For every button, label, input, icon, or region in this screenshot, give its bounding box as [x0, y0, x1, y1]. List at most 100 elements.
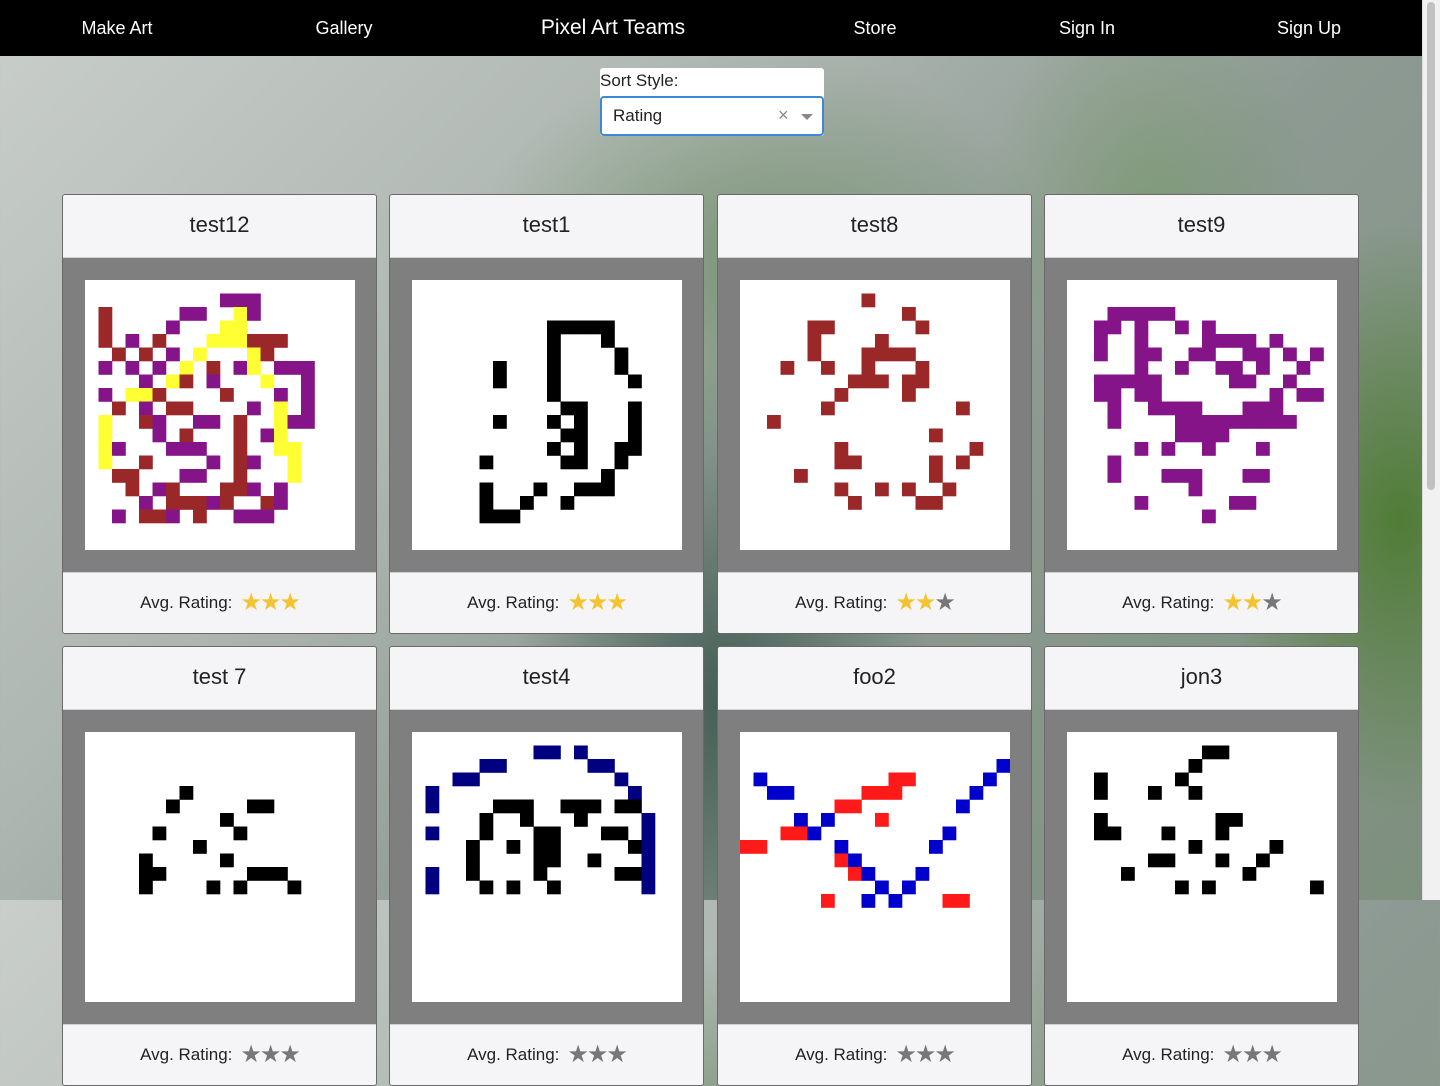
art-card[interactable]: foo2 Avg. Rating: ★★★	[717, 646, 1032, 1086]
pixel	[506, 880, 521, 895]
art-card[interactable]: test1 Avg. Rating: ★★★	[389, 194, 704, 634]
avg-rating-label: Avg. Rating:	[1122, 1045, 1215, 1064]
pixel	[848, 455, 862, 470]
pixel	[1107, 401, 1122, 416]
art-card-body	[1045, 710, 1358, 1024]
pixel	[98, 388, 113, 402]
pixel	[574, 442, 588, 456]
pixel	[1161, 307, 1176, 321]
avg-rating-label: Avg. Rating:	[795, 593, 888, 612]
pixel	[574, 428, 588, 443]
pixel	[915, 320, 930, 335]
scrollbar-thumb[interactable]	[1427, 2, 1435, 490]
pixel	[875, 347, 889, 362]
avg-rating-label: Avg. Rating:	[140, 593, 233, 612]
pixel	[915, 496, 930, 510]
pixel	[1094, 772, 1108, 787]
art-card[interactable]: test8 Avg. Rating: ★★★	[717, 194, 1032, 634]
pixel	[233, 334, 248, 348]
pixel	[547, 320, 561, 335]
pixel	[193, 840, 207, 854]
pixel	[260, 347, 275, 362]
pixel	[166, 509, 180, 524]
pixel	[274, 388, 288, 402]
pixel	[1188, 428, 1203, 443]
pixel	[179, 469, 194, 483]
pixel	[888, 772, 903, 787]
nav-make-art-link[interactable]: Make Art	[81, 0, 152, 56]
art-card-footer: Avg. Rating: ★★★	[718, 1024, 1031, 1085]
pixel	[206, 334, 221, 348]
pixel	[628, 401, 642, 416]
avg-rating-label: Avg. Rating:	[467, 1045, 560, 1064]
pixel	[614, 455, 629, 470]
pixel	[179, 496, 194, 510]
pixel	[233, 293, 248, 308]
chevron-down-icon[interactable]	[801, 114, 813, 120]
art-card[interactable]: jon3 Avg. Rating: ★★★	[1044, 646, 1359, 1086]
pixel	[233, 469, 248, 483]
clear-icon[interactable]: ×	[778, 105, 789, 126]
pixel-art-canvas[interactable]	[412, 732, 682, 1002]
pixel	[233, 361, 248, 375]
art-card-footer: Avg. Rating: ★★★	[390, 572, 703, 633]
pixel	[942, 826, 957, 841]
pixel	[247, 867, 261, 881]
pixel	[614, 442, 629, 456]
pixel	[547, 826, 561, 841]
star-empty-icon: ★	[259, 1041, 281, 1068]
art-card-body	[1045, 258, 1358, 572]
pixel-art-canvas[interactable]	[1067, 732, 1337, 1002]
pixel-art-image	[1094, 307, 1324, 524]
pixel	[1229, 374, 1243, 389]
pixel	[1310, 388, 1324, 402]
art-card[interactable]: test12 Avg. Rating: ★★★	[62, 194, 377, 634]
pixel	[1161, 853, 1176, 868]
star-empty-icon: ★	[1261, 1041, 1282, 1068]
art-card[interactable]: test9 Avg. Rating: ★★★	[1044, 194, 1359, 634]
pixel-art-canvas[interactable]	[85, 280, 355, 550]
pixel	[1256, 415, 1270, 429]
pixel	[821, 401, 835, 416]
art-card-footer: Avg. Rating: ★★★	[63, 1024, 376, 1085]
pixel	[152, 361, 167, 375]
pixel-art-canvas[interactable]	[412, 280, 682, 550]
star-empty-icon: ★	[1241, 1041, 1263, 1068]
pixel	[287, 415, 302, 429]
pixel	[233, 482, 248, 497]
pixel	[260, 334, 275, 348]
art-card[interactable]: test4 Avg. Rating: ★★★	[389, 646, 704, 1086]
pixel-art-canvas[interactable]	[740, 732, 1010, 1002]
pixel	[1175, 415, 1189, 429]
sort-style-label: Sort Style:	[600, 71, 679, 90]
art-card[interactable]: test 7 Avg. Rating: ★★★	[62, 646, 377, 1086]
nav-store-link[interactable]: Store	[853, 0, 896, 56]
pixel-art-canvas[interactable]	[1067, 280, 1337, 550]
pixel	[1134, 374, 1149, 389]
pixel	[1094, 786, 1108, 800]
pixel	[452, 772, 467, 787]
brand-link[interactable]: Pixel Art Teams	[541, 0, 685, 56]
page-scrollbar[interactable]	[1422, 0, 1440, 900]
nav-sign-up-link[interactable]: Sign Up	[1277, 0, 1341, 56]
pixel	[520, 813, 534, 827]
pixel	[1134, 307, 1149, 321]
sort-style-select[interactable]: Rating ×	[600, 96, 824, 136]
pixel	[425, 799, 440, 814]
pixel	[1215, 334, 1230, 348]
pixel	[1188, 469, 1203, 483]
pixel	[247, 307, 261, 321]
pixel-art-canvas[interactable]	[85, 732, 355, 1002]
pixel	[1175, 772, 1189, 787]
art-card-footer: Avg. Rating: ★★★	[390, 1024, 703, 1085]
nav-gallery-link[interactable]: Gallery	[315, 0, 372, 56]
pixel	[466, 853, 480, 868]
pixel	[1229, 415, 1243, 429]
top-navbar: Make Art Gallery Pixel Art Teams Store S…	[0, 0, 1422, 56]
nav-sign-in-link[interactable]: Sign In	[1059, 0, 1115, 56]
star-filled-icon: ★	[1241, 589, 1263, 616]
pixel	[1229, 496, 1243, 510]
pixel	[767, 415, 781, 429]
pixel-art-image	[479, 320, 642, 524]
pixel-art-canvas[interactable]	[740, 280, 1010, 550]
